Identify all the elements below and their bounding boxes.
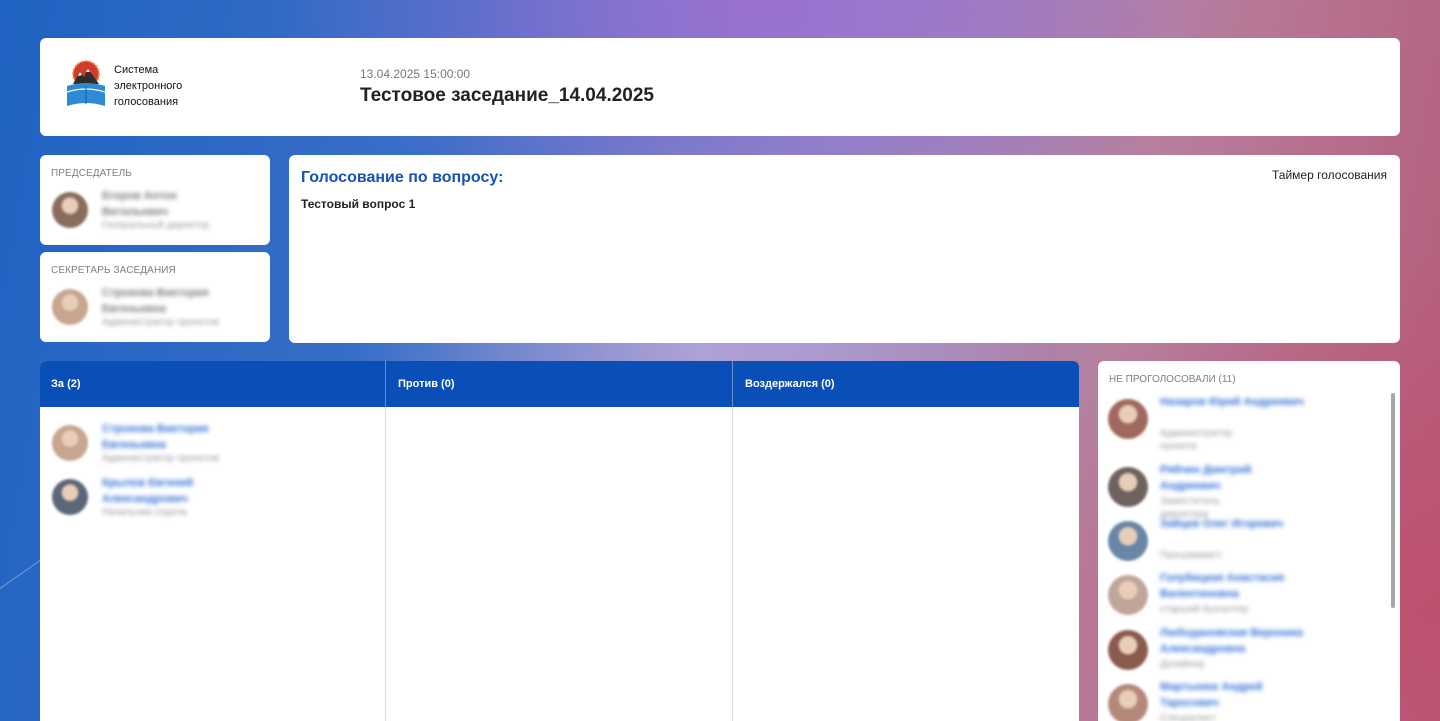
question-text: Тестовый вопрос 1 bbox=[301, 197, 416, 211]
app-name: Система электронного голосования bbox=[114, 62, 204, 110]
person-name: Рябчин Дмитрий Андреевич bbox=[1160, 464, 1252, 492]
question-heading: Голосование по вопросу: bbox=[301, 169, 504, 186]
vote-column-against: Против (0) bbox=[385, 361, 732, 721]
avatar bbox=[52, 479, 88, 515]
person-name: Строкова Виктория Евгеньевна bbox=[102, 287, 209, 315]
not-voted-item[interactable]: Любодановская Вероника Александровна Диз… bbox=[1108, 626, 1378, 682]
person-name: Строкова Виктория Евгеньевна bbox=[102, 423, 209, 451]
secretary-card: Секретарь заседания Строкова Виктория Ев… bbox=[40, 252, 270, 342]
question-card: Голосование по вопросу: Тестовый вопрос … bbox=[289, 155, 1400, 343]
person-name: Зайцев Олег Игоревич bbox=[1160, 518, 1284, 530]
not-voted-item[interactable]: Мартынюк Андрей Таросович Специалист bbox=[1108, 680, 1378, 721]
chair-card: Председатель Егоров Антон Витальевич Ген… bbox=[40, 155, 270, 245]
person-name: Любодановская Вероника Александровна bbox=[1160, 627, 1304, 655]
meeting-title: Тестовое заседание_14.04.2025 bbox=[360, 85, 654, 106]
header-card: Система электронного голосования 13.04.2… bbox=[40, 38, 1400, 136]
chair-person[interactable]: Егоров Антон Витальевич Генеральный дире… bbox=[52, 188, 262, 238]
vote-column-header: Против (0) bbox=[385, 361, 732, 407]
person-name: Назаров Юрий Андреевич bbox=[1160, 396, 1304, 408]
person-position: Администратор проектов bbox=[102, 453, 219, 464]
avatar bbox=[1108, 684, 1148, 721]
not-voted-item[interactable]: Рябчин Дмитрий Андреевич Заместитель дир… bbox=[1108, 463, 1378, 520]
app-name-line-2: электронного bbox=[114, 80, 183, 92]
app-name-line-3: голосования bbox=[114, 96, 179, 108]
person-position: Генеральный директор bbox=[102, 220, 210, 231]
person-position: Дизайнер bbox=[1160, 659, 1205, 670]
avatar bbox=[1108, 467, 1148, 507]
vote-column-header: За (2) bbox=[40, 361, 385, 407]
emblem-logo-icon bbox=[66, 60, 106, 106]
person-position: Программист bbox=[1160, 550, 1222, 561]
chair-label: Председатель bbox=[51, 168, 132, 179]
secretary-label: Секретарь заседания bbox=[51, 265, 176, 276]
vote-column-abstained: Воздержался (0) bbox=[732, 361, 1079, 721]
avatar bbox=[1108, 575, 1148, 615]
not-voted-item[interactable]: Назаров Юрий Андреевич Администратор про… bbox=[1108, 395, 1378, 452]
vote-column-header: Воздержался (0) bbox=[732, 361, 1079, 407]
person-name: Егоров Антон Витальевич bbox=[102, 190, 177, 218]
not-voted-panel: Не проголосовали (11) Назаров Юрий Андре… bbox=[1098, 361, 1400, 721]
votes-panel: За (2) Строкова Виктория Евгеньевна Адми… bbox=[40, 361, 1079, 721]
person-name: Крылов Евгений Александрович bbox=[102, 477, 194, 505]
voting-timer-label: Таймер голосования bbox=[1272, 168, 1387, 182]
person-position: старший бухгалтер bbox=[1160, 604, 1249, 615]
avatar bbox=[52, 289, 88, 325]
person-position: Администратор проекта bbox=[1160, 428, 1233, 452]
not-voted-item[interactable]: Зайцев Олег Игоревич Программист bbox=[1108, 517, 1378, 573]
voter-item[interactable]: Строкова Виктория Евгеньевна Администрат… bbox=[52, 421, 252, 473]
scrollbar[interactable] bbox=[1391, 393, 1395, 608]
avatar bbox=[1108, 521, 1148, 561]
avatar bbox=[52, 192, 88, 228]
secretary-person[interactable]: Строкова Виктория Евгеньевна Администрат… bbox=[52, 285, 262, 335]
person-name: Голубицкая Анастасия Валентиновна bbox=[1160, 572, 1285, 600]
person-position: Администратор проектов bbox=[102, 317, 219, 328]
avatar bbox=[52, 425, 88, 461]
person-name: Мартынюк Андрей Таросович bbox=[1160, 681, 1263, 709]
vote-column-for: За (2) Строкова Виктория Евгеньевна Адми… bbox=[40, 361, 385, 721]
avatar bbox=[1108, 630, 1148, 670]
person-position: Специалист bbox=[1160, 713, 1217, 721]
avatar bbox=[1108, 399, 1148, 439]
voter-item[interactable]: Крылов Евгений Александрович Начальник о… bbox=[52, 475, 252, 527]
meeting-datetime: 13.04.2025 15:00:00 bbox=[360, 67, 471, 81]
person-position: Начальник отдела bbox=[102, 507, 187, 518]
not-voted-item[interactable]: Голубицкая Анастасия Валентиновна старши… bbox=[1108, 571, 1378, 627]
app-name-line-1: Система bbox=[114, 64, 159, 76]
not-voted-label: Не проголосовали (11) bbox=[1109, 374, 1236, 385]
